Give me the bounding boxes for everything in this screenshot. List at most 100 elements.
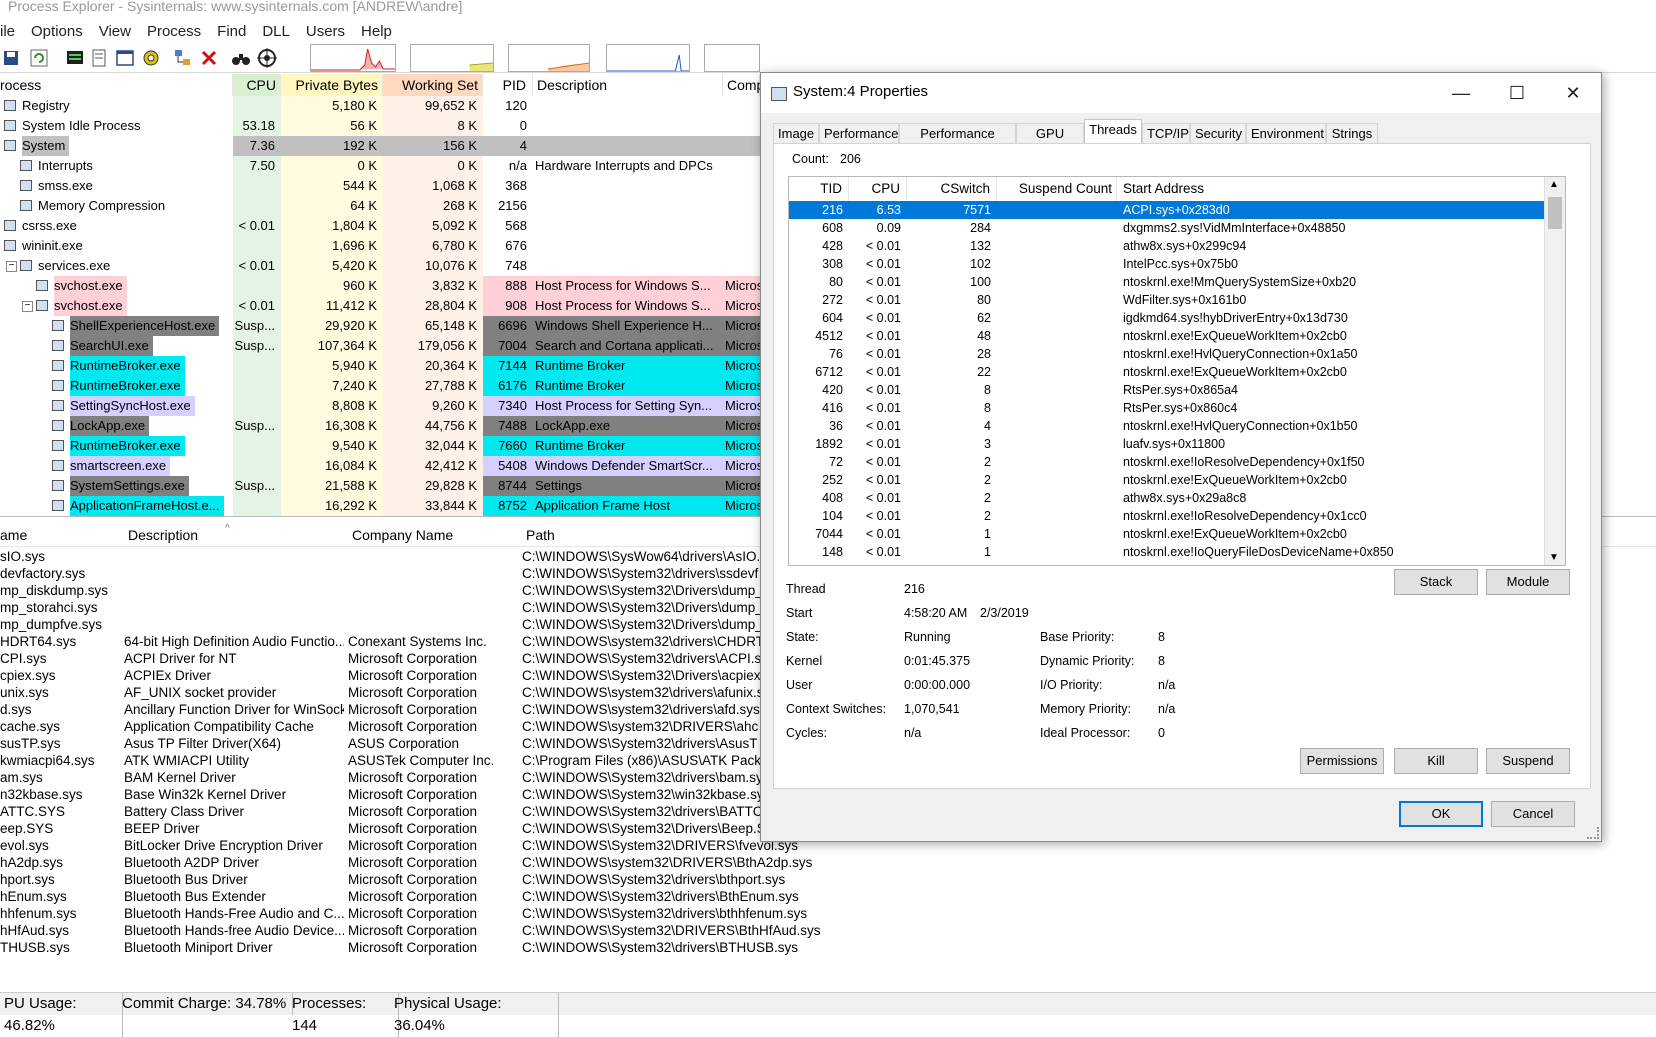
- column-start-address[interactable]: Start Address: [1117, 177, 1545, 201]
- column-cpu[interactable]: CPU: [233, 74, 281, 96]
- process-row[interactable]: SettingSyncHost.exe 8,808 K 9,260 K 7340 Hos…: [0, 396, 760, 416]
- module-button[interactable]: Module: [1486, 569, 1570, 595]
- binoculars-icon[interactable]: [230, 47, 252, 69]
- thread-row[interactable]: 308 < 0.01 102 IntelPcc.sys+0x75b0: [789, 255, 1545, 273]
- process-row[interactable]: System Idle Process 53.18 56 K8 K 0: [0, 116, 760, 136]
- tab-environment[interactable]: Environment: [1246, 123, 1326, 143]
- menu-find[interactable]: Find: [209, 20, 254, 44]
- process-row[interactable]: Registry 5,180 K 99,652 K 120: [0, 96, 760, 116]
- close-icon[interactable]: ✕: [1545, 73, 1601, 113]
- expand-toggle-icon[interactable]: −: [6, 261, 17, 272]
- process-row[interactable]: System 7.36 192 K 156 K4: [0, 136, 760, 156]
- thread-row[interactable]: 80 < 0.01 100 ntoskrnl.exe!MmQuerySystemSiz…: [789, 273, 1545, 291]
- tab-tcpip[interactable]: TCP/IP: [1142, 123, 1190, 143]
- thread-row[interactable]: 428 < 0.01 132 athw8x.sys+0x299c94: [789, 237, 1545, 255]
- menu-view[interactable]: View: [91, 20, 139, 44]
- thread-row[interactable]: 416 < 0.01 8 RtsPer.sys+0x860c4: [789, 399, 1545, 417]
- commit-graph[interactable]: [410, 44, 494, 72]
- thread-row[interactable]: 104 < 0.01 2 ntoskrnl.exe!IoResolveDependen…: [789, 507, 1545, 525]
- process-row[interactable]: SystemSettings.exe Susp... 21,588 K 29,828 …: [0, 476, 760, 496]
- save-icon[interactable]: [0, 47, 22, 69]
- kill-process-icon[interactable]: [198, 47, 220, 69]
- thread-row[interactable]: 6712 < 0.01 22 ntoskrnl.exe!ExQueueWorkItem…: [789, 363, 1545, 381]
- thread-row[interactable]: 1892 < 0.01 3 luafv.sys+0x11800: [789, 435, 1545, 453]
- suspend-button[interactable]: Suspend: [1486, 748, 1570, 774]
- menu-file[interactable]: ile: [0, 20, 23, 44]
- column-dll-description[interactable]: Description: [128, 524, 198, 546]
- thread-row[interactable]: 148 < 0.01 1 ntoskrnl.exe!IoQueryFileDosDev…: [789, 543, 1545, 561]
- tab-strings[interactable]: Strings: [1326, 123, 1378, 143]
- column-path[interactable]: Path: [526, 524, 555, 546]
- gear-icon[interactable]: [140, 47, 162, 69]
- column-name[interactable]: ame: [0, 524, 27, 546]
- tab-performance[interactable]: Performance: [819, 123, 899, 143]
- column-tid[interactable]: TID: [789, 177, 849, 201]
- column-process[interactable]: rocess: [0, 74, 233, 96]
- thread-row[interactable]: 72 < 0.01 2 ntoskrnl.exe!IoResolveDependenc…: [789, 453, 1545, 471]
- thread-row[interactable]: 272 < 0.01 80 WdFilter.sys+0x161b0: [789, 291, 1545, 309]
- process-row[interactable]: services.exe < 0.01 5,420 K 10,076 K 748 −: [0, 256, 760, 276]
- column-description[interactable]: Description: [533, 74, 723, 96]
- tab-security[interactable]: Security: [1190, 123, 1246, 143]
- gpu-graph[interactable]: [606, 44, 690, 72]
- refresh-icon[interactable]: [28, 47, 50, 69]
- dll-row[interactable]: hport.sys Bluetooth Bus Driver Microsoft C…: [0, 871, 1656, 889]
- target-icon[interactable]: [256, 47, 278, 69]
- dll-row[interactable]: hhfenum.sys Bluetooth Hands-Free Audio an…: [0, 905, 1656, 923]
- thread-row[interactable]: 604 < 0.01 62 igdkmd64.sys!hybDriverEntry+0…: [789, 309, 1545, 327]
- process-row[interactable]: wininit.exe 1,696 K 6,780 K 676: [0, 236, 760, 256]
- menu-users[interactable]: Users: [298, 20, 353, 44]
- process-row[interactable]: Memory Compression 64 K 268 K 2156: [0, 196, 760, 216]
- column-company[interactable]: Comp: [723, 74, 764, 96]
- thread-row[interactable]: 420 < 0.01 8 RtsPer.sys+0x865a4: [789, 381, 1545, 399]
- scroll-up-icon[interactable]: ▲: [1549, 179, 1559, 190]
- process-row[interactable]: svchost.exe 960 K 3,832 K 888 Host Process f…: [0, 276, 760, 296]
- properties-icon[interactable]: [88, 47, 110, 69]
- menu-help[interactable]: Help: [353, 20, 400, 44]
- menu-options[interactable]: Options: [23, 20, 91, 44]
- process-row[interactable]: ApplicationFrameHost.e... 16,292 K 33,844 …: [0, 496, 760, 516]
- minimize-icon[interactable]: —: [1433, 73, 1489, 113]
- menu-process[interactable]: Process: [139, 20, 209, 44]
- scroll-thumb[interactable]: [1548, 197, 1562, 229]
- process-row[interactable]: RuntimeBroker.exe 7,240 K 27,788 K 6176 Runt…: [0, 376, 760, 396]
- dll-row[interactable]: hA2dp.sys Bluetooth A2DP Driver Microsoft …: [0, 854, 1656, 872]
- column-cswitch-delta[interactable]: CSwitch Delta: [907, 177, 997, 220]
- system-info-icon[interactable]: [64, 47, 86, 69]
- scroll-down-icon[interactable]: ▼: [1549, 552, 1559, 563]
- column-private-bytes[interactable]: Private Bytes: [281, 74, 383, 96]
- tab-threads[interactable]: Threads: [1084, 119, 1142, 144]
- tab-image[interactable]: Image: [773, 123, 819, 143]
- dll-row[interactable]: THUSB.sys Bluetooth Miniport Driver Micros…: [0, 939, 1656, 957]
- process-row[interactable]: RuntimeBroker.exe 9,540 K 32,044 K 7660 Runt…: [0, 436, 760, 456]
- stack-button[interactable]: Stack: [1394, 569, 1478, 595]
- menu-dll[interactable]: DLL: [254, 20, 298, 44]
- cpu-graph[interactable]: [310, 44, 396, 72]
- thread-row[interactable]: 7044 < 0.01 1 ntoskrnl.exe!ExQueueWorkItem+…: [789, 525, 1545, 543]
- thread-row[interactable]: 408 < 0.01 2 athw8x.sys+0x29a8c8: [789, 489, 1545, 507]
- column-thread-cpu[interactable]: CPU: [849, 177, 907, 201]
- thread-row[interactable]: 216 6.53 7571 ACPI.sys+0x283d0: [789, 201, 1545, 219]
- process-row[interactable]: smartscreen.exe 16,084 K 42,412 K 5408 Windo…: [0, 456, 760, 476]
- column-suspend-count[interactable]: Suspend Count: [997, 177, 1117, 201]
- thread-row[interactable]: 4512 < 0.01 48 ntoskrnl.exe!ExQueueWorkItem…: [789, 327, 1545, 345]
- thread-row[interactable]: 36 < 0.01 4 ntoskrnl.exe!HvlQueryConnection…: [789, 417, 1545, 435]
- process-row[interactable]: Interrupts 7.50 0 K0 Kn/a Hardware Interrup…: [0, 156, 760, 176]
- process-row[interactable]: ShellExperienceHost.exe Susp... 29,920 K 65…: [0, 316, 760, 336]
- process-row[interactable]: LockApp.exe Susp... 16,308 K 44,756 K 7488 Lo…: [0, 416, 760, 436]
- thread-row[interactable]: 252 < 0.01 2 ntoskrnl.exe!ExQueueWorkItem+0…: [789, 471, 1545, 489]
- ok-button[interactable]: OK: [1399, 801, 1483, 827]
- kill-button[interactable]: Kill: [1394, 748, 1478, 774]
- cancel-button[interactable]: Cancel: [1491, 801, 1575, 827]
- process-row[interactable]: SearchUI.exe Susp... 107,364 K 179,056 K 700…: [0, 336, 760, 356]
- process-row[interactable]: RuntimeBroker.exe 5,940 K 20,364 K 7144 Runt…: [0, 356, 760, 376]
- process-row[interactable]: csrss.exe < 0.01 1,804 K 5,092 K 568: [0, 216, 760, 236]
- tab-performance-graph[interactable]: Performance Graph: [899, 123, 1016, 161]
- permissions-button[interactable]: Permissions: [1300, 748, 1384, 774]
- threads-table[interactable]: TID CPU CSwitch Delta Suspend Count Star…: [788, 176, 1566, 566]
- process-row[interactable]: svchost.exe < 0.01 11,412 K 28,804 K 908 Host…: [0, 296, 760, 316]
- window-icon[interactable]: [114, 47, 136, 69]
- column-company-name[interactable]: Company Name: [352, 524, 453, 546]
- thread-row[interactable]: 608 0.09 284 dxgmms2.sys!VidMmInterface+0x4…: [789, 219, 1545, 237]
- threads-scrollbar[interactable]: ▲ ▼: [1544, 177, 1565, 565]
